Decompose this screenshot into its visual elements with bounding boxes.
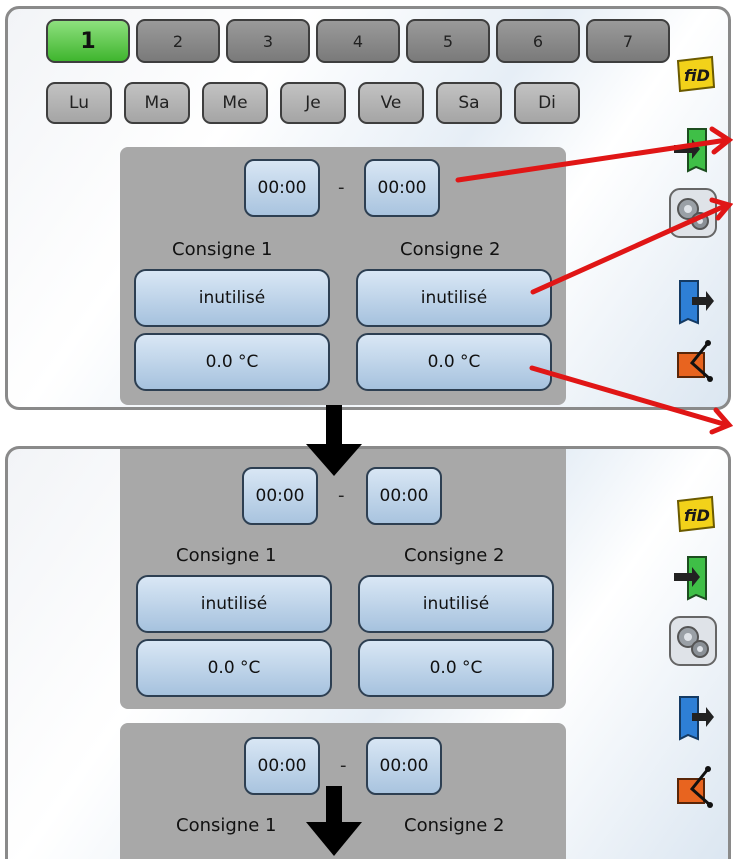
tab-4[interactable]: 4 bbox=[316, 19, 400, 63]
setpoint-1-label: Consigne 1 bbox=[176, 545, 277, 566]
day-button-ma[interactable]: Ma bbox=[124, 82, 190, 124]
tab-6[interactable]: 6 bbox=[496, 19, 580, 63]
setpoint-2-label: Consigne 2 bbox=[404, 545, 505, 566]
setpoint-1-temp-button[interactable]: 0.0 °C bbox=[136, 639, 332, 697]
day-button-ve[interactable]: Ve bbox=[358, 82, 424, 124]
setpoint-1-label: Consigne 1 bbox=[172, 239, 273, 260]
weekday-buttons: Lu Ma Me Je Ve Sa Di bbox=[46, 82, 580, 124]
input-icon[interactable] bbox=[672, 553, 718, 601]
settings-gears-icon[interactable] bbox=[668, 615, 718, 667]
day-button-sa[interactable]: Sa bbox=[436, 82, 502, 124]
start-time-field[interactable]: 00:00 bbox=[242, 467, 318, 525]
tab-2[interactable]: 2 bbox=[136, 19, 220, 63]
function-module-icon[interactable] bbox=[672, 765, 718, 809]
setpoint-2-label: Consigne 2 bbox=[400, 239, 501, 260]
input-icon[interactable] bbox=[672, 125, 718, 173]
time-separator: - bbox=[338, 485, 345, 506]
day-button-di[interactable]: Di bbox=[514, 82, 580, 124]
fid-icon[interactable]: fiD bbox=[672, 51, 718, 95]
setpoint-1-mode-button[interactable]: inutilisé bbox=[134, 269, 330, 327]
setpoint-1-temp-button[interactable]: 0.0 °C bbox=[134, 333, 330, 391]
bottom-screen: 00:00 - 00:00 Consigne 1 Consigne 2 inut… bbox=[5, 446, 731, 859]
output-icon[interactable] bbox=[672, 277, 718, 325]
red-arrowhead-3 bbox=[709, 407, 733, 435]
tab-5[interactable]: 5 bbox=[406, 19, 490, 63]
time-separator-2: - bbox=[340, 755, 347, 776]
tab-3[interactable]: 3 bbox=[226, 19, 310, 63]
time-separator: - bbox=[338, 177, 345, 198]
end-time-field[interactable]: 00:00 bbox=[364, 159, 440, 217]
setpoint-2-temp-button[interactable]: 0.0 °C bbox=[358, 639, 554, 697]
time-program-tabs: 1 2 3 4 5 6 7 bbox=[46, 19, 670, 63]
function-module-icon[interactable] bbox=[672, 339, 718, 383]
time-window-panel-1: 00:00 - 00:00 Consigne 1 Consigne 2 inut… bbox=[120, 449, 566, 709]
setpoint-1-mode-button[interactable]: inutilisé bbox=[136, 575, 332, 633]
time-window-panel: 00:00 - 00:00 Consigne 1 Consigne 2 inut… bbox=[120, 147, 566, 405]
fid-text: fiD bbox=[684, 66, 710, 85]
setpoint-1-label-2: Consigne 1 bbox=[176, 815, 277, 836]
start-time-field-2[interactable]: 00:00 bbox=[244, 737, 320, 795]
black-arrow-1-stem bbox=[326, 405, 342, 447]
tab-7[interactable]: 7 bbox=[586, 19, 670, 63]
output-icon[interactable] bbox=[672, 693, 718, 741]
setpoint-2-mode-button[interactable]: inutilisé bbox=[356, 269, 552, 327]
tab-1[interactable]: 1 bbox=[46, 19, 130, 63]
end-time-field[interactable]: 00:00 bbox=[366, 467, 442, 525]
day-button-lu[interactable]: Lu bbox=[46, 82, 112, 124]
fid-text: fiD bbox=[684, 506, 710, 525]
end-time-field-2[interactable]: 00:00 bbox=[366, 737, 442, 795]
setpoint-2-temp-button[interactable]: 0.0 °C bbox=[356, 333, 552, 391]
day-button-me[interactable]: Me bbox=[202, 82, 268, 124]
setpoint-2-label-2: Consigne 2 bbox=[404, 815, 505, 836]
fid-icon[interactable]: fiD bbox=[672, 491, 718, 535]
day-button-je[interactable]: Je bbox=[280, 82, 346, 124]
settings-gears-icon[interactable] bbox=[668, 187, 718, 239]
start-time-field[interactable]: 00:00 bbox=[244, 159, 320, 217]
setpoint-2-mode-button[interactable]: inutilisé bbox=[358, 575, 554, 633]
time-window-panel-2: 00:00 - 00:00 Consigne 1 Consigne 2 bbox=[120, 723, 566, 859]
top-screen: 1 2 3 4 5 6 7 Lu Ma Me Je Ve Sa Di 00:00… bbox=[5, 6, 731, 410]
